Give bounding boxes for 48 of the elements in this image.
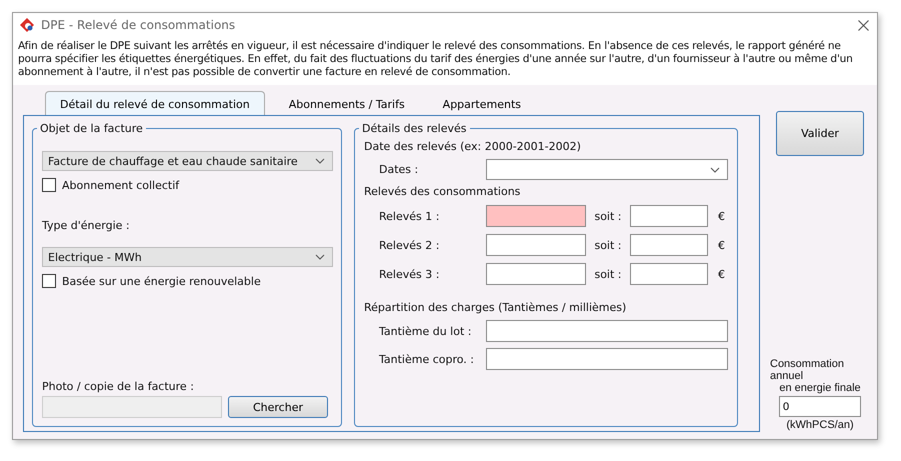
reading-input[interactable] <box>486 205 586 227</box>
reading-label: Relevés 2 : <box>378 238 440 252</box>
share-label: Tantième copro. : <box>378 352 476 366</box>
tab[interactable]: Détail du relevé de consommation <box>45 91 265 116</box>
energy-type-dropdown[interactable]: Electrique - MWh <box>42 247 333 267</box>
energy-type-label: Type d'énergie : <box>42 219 131 232</box>
reading-input[interactable] <box>486 263 586 285</box>
tab[interactable]: Abonnements / Tarifs <box>274 93 419 115</box>
chevron-down-icon <box>315 254 325 260</box>
intro-paragraph: Afin de réaliser le DPE suivant les arrêtés en vigueur, il est nécessaire d'indiquer le relevé des consommations. En l'absence de ces relevés, le rapport généré ne pourra spécifier les étiquettes énergétiques. En effet, du fait des fluctuations du tarif des énergies d'une année sur l'autre, d'un fournisseur à l'autre ou même d'un abonnement à l'autre, il n'est pas possible de convertir une facture en relevé de consommation. <box>13 37 877 85</box>
section-heading: Date des relevés (ex: 2000-2001-2002) <box>364 140 582 153</box>
annual-consumption-input[interactable]: 0 <box>779 396 861 417</box>
equals-label: soit : <box>593 268 623 280</box>
group-title: Objet de la facture <box>39 122 144 135</box>
invoice-type-dropdown[interactable]: Facture de chauffage et eau chaude sanitaire <box>42 151 333 171</box>
window-title: DPE - Relevé de consommations <box>41 18 236 32</box>
amount-input[interactable] <box>630 234 708 256</box>
tab[interactable]: Appartements <box>428 93 536 115</box>
reading-input[interactable] <box>486 234 586 256</box>
collective-checkbox[interactable]: Abonnement collectif <box>42 178 333 192</box>
reading-label: Relevés 3 : <box>378 268 440 280</box>
share-input[interactable] <box>486 348 728 370</box>
share-input[interactable] <box>486 320 728 342</box>
section-heading: Relevés des consommations <box>364 185 522 198</box>
reading-label: Relevés 1 : <box>378 210 440 222</box>
equals-label: soit : <box>593 238 623 252</box>
annual-consumption-label: en energie finale <box>779 382 861 394</box>
dates-dropdown[interactable] <box>486 159 728 180</box>
currency-label: € <box>718 238 725 252</box>
photo-label: Photo / copie de la facture : <box>42 380 195 393</box>
amount-input[interactable] <box>630 263 708 285</box>
equals-label: soit : <box>593 210 623 222</box>
group-title: Détails des relevés <box>361 122 468 135</box>
photo-path-field[interactable] <box>42 396 222 418</box>
currency-label: € <box>718 210 725 222</box>
app-logo-icon <box>19 17 35 33</box>
amount-input[interactable] <box>630 205 708 227</box>
share-label: Tantième du lot : <box>378 324 472 338</box>
unit-label: (kWhPCS/an) <box>786 419 854 431</box>
section-heading: Répartition des charges (Tantièmes / millièmes) <box>364 301 628 314</box>
browse-button[interactable]: Chercher <box>228 396 328 418</box>
chevron-down-icon <box>315 158 325 164</box>
currency-label: € <box>718 268 725 280</box>
chevron-down-icon <box>710 166 720 172</box>
validate-button[interactable]: Valider <box>776 111 864 156</box>
close-icon[interactable] <box>858 20 869 30</box>
dates-label: Dates : <box>378 163 420 176</box>
renewable-checkbox[interactable]: Basée sur une énergie renouvelable <box>42 274 333 288</box>
